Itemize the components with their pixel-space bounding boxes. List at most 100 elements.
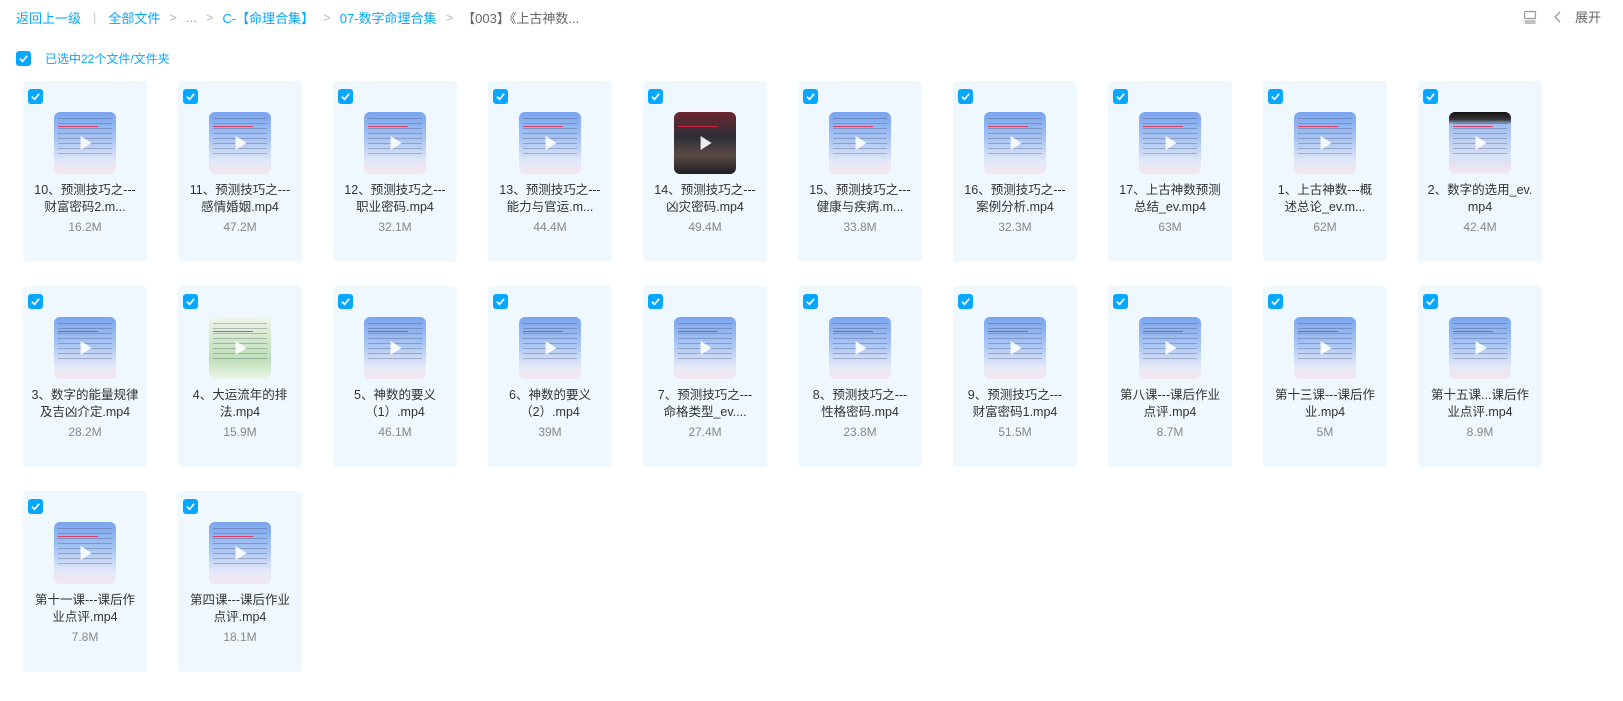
file-name[interactable]: 10、预测技巧之--- 财富密码2.m...: [27, 182, 143, 216]
video-thumbnail[interactable]: [364, 112, 426, 174]
breadcrumb-all-files[interactable]: 全部文件: [108, 8, 160, 27]
video-thumbnail[interactable]: [1449, 112, 1511, 174]
file-name[interactable]: 12、预测技巧之--- 职业密码.mp4: [337, 182, 453, 216]
video-thumbnail[interactable]: [984, 317, 1046, 379]
file-card[interactable]: 3、数字的能量规律 及吉凶介定.mp4 28.2M: [23, 286, 147, 467]
file-name[interactable]: 6、神数的要义 （2）.mp4: [492, 387, 608, 421]
video-thumbnail[interactable]: [209, 112, 271, 174]
file-card[interactable]: 14、预测技巧之--- 凶灾密码.mp4 49.4M: [643, 81, 767, 262]
file-card[interactable]: 第十三课---课后作 业.mp4 5M: [1263, 286, 1387, 467]
video-thumbnail[interactable]: [1139, 112, 1201, 174]
file-name[interactable]: 第十五课...课后作 业点评.mp4: [1422, 387, 1538, 421]
file-name[interactable]: 11、预测技巧之--- 感情婚姻.mp4: [182, 182, 298, 216]
file-name[interactable]: 5、神数的要义 （1）.mp4: [337, 387, 453, 421]
file-checkbox[interactable]: [493, 294, 508, 309]
file-checkbox[interactable]: [28, 89, 43, 104]
file-name[interactable]: 15、预测技巧之--- 健康与疾病.m...: [802, 182, 918, 216]
file-checkbox[interactable]: [28, 499, 43, 514]
file-card[interactable]: 4、大运流年的排 法.mp4 15.9M: [178, 286, 302, 467]
video-thumbnail[interactable]: [1294, 317, 1356, 379]
video-thumbnail[interactable]: [519, 112, 581, 174]
file-checkbox[interactable]: [958, 89, 973, 104]
file-card[interactable]: 第八课---课后作业 点评.mp4 8.7M: [1108, 286, 1232, 467]
video-thumbnail[interactable]: [54, 522, 116, 584]
file-name[interactable]: 16、预测技巧之--- 案例分析.mp4: [957, 182, 1073, 216]
file-name[interactable]: 8、预测技巧之--- 性格密码.mp4: [802, 387, 918, 421]
file-checkbox[interactable]: [648, 294, 663, 309]
file-name[interactable]: 第十一课---课后作 业点评.mp4: [27, 592, 143, 626]
file-checkbox[interactable]: [1113, 294, 1128, 309]
video-thumbnail[interactable]: [984, 112, 1046, 174]
file-name-line1: 第八课---课后作业: [1120, 388, 1220, 402]
file-checkbox[interactable]: [183, 294, 198, 309]
video-thumbnail[interactable]: [829, 112, 891, 174]
file-name[interactable]: 第八课---课后作业 点评.mp4: [1112, 387, 1228, 421]
file-name[interactable]: 7、预测技巧之--- 命格类型_ev....: [647, 387, 763, 421]
file-name[interactable]: 4、大运流年的排 法.mp4: [182, 387, 298, 421]
back-link[interactable]: 返回上一级: [16, 8, 81, 27]
file-name-line1: 第十五课...课后作: [1431, 388, 1529, 402]
file-checkbox[interactable]: [958, 294, 973, 309]
expand-button[interactable]: 展开: [1551, 7, 1601, 26]
file-card[interactable]: 16、预测技巧之--- 案例分析.mp4 32.3M: [953, 81, 1077, 262]
file-name[interactable]: 13、预测技巧之--- 能力与官运.m...: [492, 182, 608, 216]
file-name[interactable]: 2、数字的选用_ev. mp4: [1422, 182, 1538, 216]
file-card[interactable]: 11、预测技巧之--- 感情婚姻.mp4 47.2M: [178, 81, 302, 262]
file-name[interactable]: 第十三课---课后作 业.mp4: [1267, 387, 1383, 421]
video-thumbnail[interactable]: [519, 317, 581, 379]
video-thumbnail[interactable]: [1294, 112, 1356, 174]
video-thumbnail[interactable]: [54, 317, 116, 379]
video-thumbnail[interactable]: [674, 317, 736, 379]
video-thumbnail[interactable]: [1139, 317, 1201, 379]
video-thumbnail[interactable]: [1449, 317, 1511, 379]
video-thumbnail[interactable]: [674, 112, 736, 174]
file-card[interactable]: 10、预测技巧之--- 财富密码2.m... 16.2M: [23, 81, 147, 262]
video-thumbnail[interactable]: [364, 317, 426, 379]
file-checkbox[interactable]: [803, 294, 818, 309]
list-view-icon[interactable]: [1523, 10, 1537, 24]
file-checkbox[interactable]: [183, 89, 198, 104]
select-all-checkbox[interactable]: [16, 51, 31, 66]
file-checkbox[interactable]: [1268, 89, 1283, 104]
file-name[interactable]: 第四课---课后作业 点评.mp4: [182, 592, 298, 626]
file-checkbox[interactable]: [1268, 294, 1283, 309]
file-checkbox[interactable]: [1113, 89, 1128, 104]
file-name[interactable]: 17、上古神数预测 总结_ev.mp4: [1112, 182, 1228, 216]
file-card[interactable]: 第十一课---课后作 业点评.mp4 7.8M: [23, 491, 147, 672]
video-thumbnail[interactable]: [54, 112, 116, 174]
file-checkbox[interactable]: [648, 89, 663, 104]
file-checkbox[interactable]: [338, 294, 353, 309]
file-card[interactable]: 13、预测技巧之--- 能力与官运.m... 44.4M: [488, 81, 612, 262]
file-card[interactable]: 5、神数的要义 （1）.mp4 46.1M: [333, 286, 457, 467]
file-card[interactable]: 2、数字的选用_ev. mp4 42.4M: [1418, 81, 1542, 262]
file-name-line1: 15、预测技巧之---: [809, 183, 911, 197]
file-card[interactable]: 17、上古神数预测 总结_ev.mp4 63M: [1108, 81, 1232, 262]
video-thumbnail[interactable]: [209, 522, 271, 584]
file-card[interactable]: 1、上古神数---概 述总论_ev.m... 62M: [1263, 81, 1387, 262]
file-card[interactable]: 9、预测技巧之--- 财富密码1.mp4 51.5M: [953, 286, 1077, 467]
file-name[interactable]: 9、预测技巧之--- 财富密码1.mp4: [957, 387, 1073, 421]
file-name[interactable]: 3、数字的能量规律 及吉凶介定.mp4: [27, 387, 143, 421]
video-thumbnail[interactable]: [209, 317, 271, 379]
file-card[interactable]: 12、预测技巧之--- 职业密码.mp4 32.1M: [333, 81, 457, 262]
file-card[interactable]: 15、预测技巧之--- 健康与疾病.m... 33.8M: [798, 81, 922, 262]
file-checkbox[interactable]: [1423, 89, 1438, 104]
file-card[interactable]: 7、预测技巧之--- 命格类型_ev.... 27.4M: [643, 286, 767, 467]
breadcrumb-c1[interactable]: C-【命理合集】: [222, 8, 314, 27]
file-name[interactable]: 1、上古神数---概 述总论_ev.m...: [1267, 182, 1383, 216]
file-card[interactable]: 8、预测技巧之--- 性格密码.mp4 23.8M: [798, 286, 922, 467]
file-checkbox[interactable]: [183, 499, 198, 514]
breadcrumb-c2[interactable]: 07-数字命理合集: [340, 8, 437, 27]
file-checkbox[interactable]: [1423, 294, 1438, 309]
file-card[interactable]: 6、神数的要义 （2）.mp4 39M: [488, 286, 612, 467]
file-checkbox[interactable]: [338, 89, 353, 104]
file-checkbox[interactable]: [28, 294, 43, 309]
file-checkbox[interactable]: [803, 89, 818, 104]
file-checkbox[interactable]: [493, 89, 508, 104]
file-name[interactable]: 14、预测技巧之--- 凶灾密码.mp4: [647, 182, 763, 216]
breadcrumb-ellipsis[interactable]: ...: [186, 10, 197, 25]
video-thumbnail[interactable]: [829, 317, 891, 379]
file-name-line1: 第四课---课后作业: [190, 593, 290, 607]
file-card[interactable]: 第十五课...课后作 业点评.mp4 8.9M: [1418, 286, 1542, 467]
file-card[interactable]: 第四课---课后作业 点评.mp4 18.1M: [178, 491, 302, 672]
